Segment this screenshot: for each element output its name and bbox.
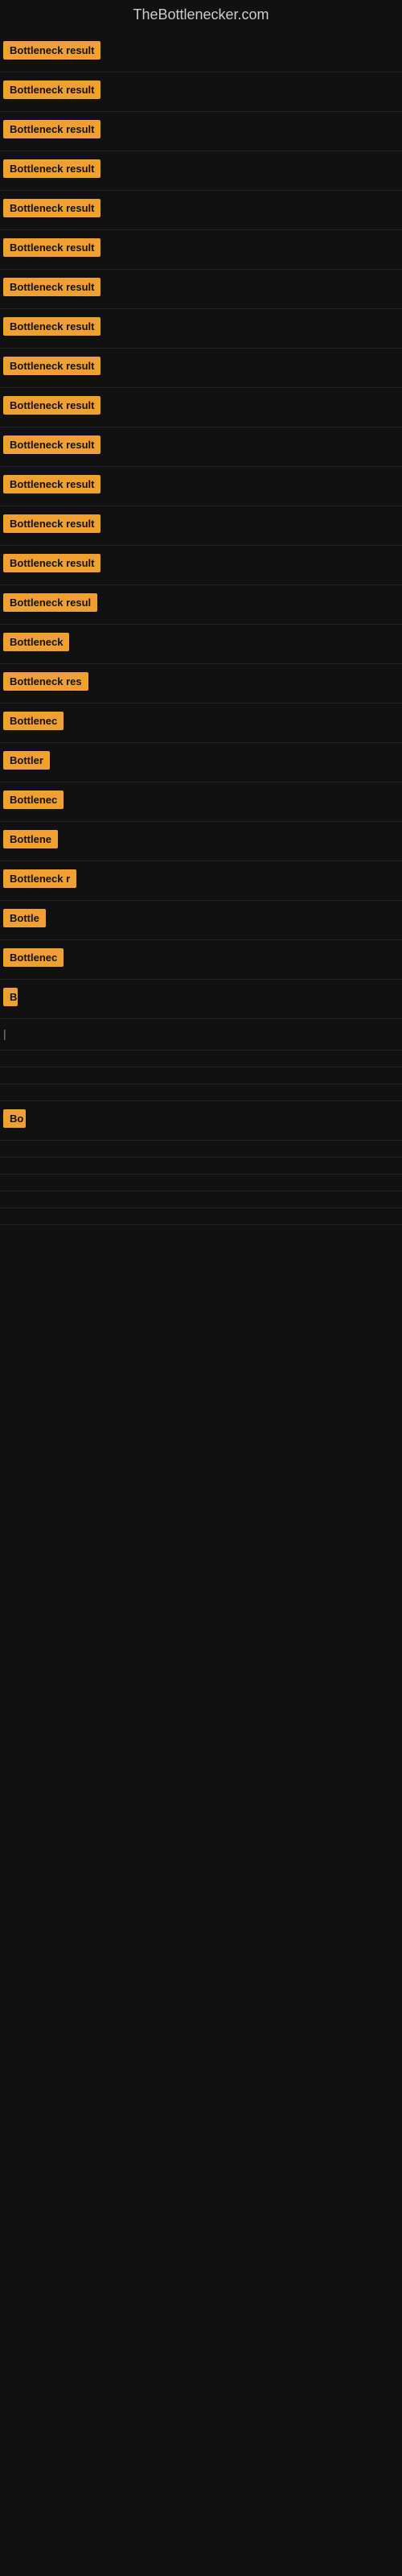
list-item	[0, 1174, 402, 1191]
list-item	[0, 1191, 402, 1208]
list-item: Bottleneck result	[0, 546, 402, 585]
bottleneck-result-badge[interactable]: Bottleneck result	[3, 554, 100, 572]
list-item: Bottleneck result	[0, 506, 402, 546]
list-item: Bottleneck result	[0, 349, 402, 388]
list-item: Bottleneck resul	[0, 585, 402, 625]
bottleneck-result-badge[interactable]: B	[3, 988, 18, 1006]
bottleneck-result-badge[interactable]: Bottleneck result	[3, 278, 100, 296]
bottleneck-result-badge[interactable]: Bottleneck result	[3, 396, 100, 415]
list-item: Bottlenec	[0, 704, 402, 743]
bottleneck-result-badge[interactable]: Bottleneck result	[3, 41, 100, 60]
list-item: Bottleneck result	[0, 467, 402, 506]
list-item: Bottleneck result	[0, 309, 402, 349]
list-item: Bo	[0, 1101, 402, 1141]
list-item: Bottleneck result	[0, 191, 402, 230]
list-item	[0, 1067, 402, 1084]
bottleneck-result-badge[interactable]: Bottleneck result	[3, 357, 100, 375]
list-item: Bottlene	[0, 822, 402, 861]
bottleneck-result-badge[interactable]: Bottleneck	[3, 633, 69, 651]
bottleneck-result-badge[interactable]: Bottleneck res	[3, 672, 88, 691]
bottleneck-result-badge[interactable]: Bottlenec	[3, 712, 64, 730]
list-item: Bottleneck res	[0, 664, 402, 704]
bottleneck-result-badge[interactable]: Bottleneck result	[3, 199, 100, 217]
list-item: Bottleneck result	[0, 230, 402, 270]
list-item: Bottlenec	[0, 782, 402, 822]
list-item: Bottleneck result	[0, 112, 402, 151]
bottleneck-result-badge[interactable]: Bottleneck result	[3, 80, 100, 99]
bottleneck-result-badge[interactable]: Bottleneck r	[3, 869, 76, 888]
list-item: Bottle	[0, 901, 402, 940]
list-item	[0, 1208, 402, 1225]
bottleneck-result-badge[interactable]: Bottler	[3, 751, 50, 770]
list-item: Bottler	[0, 743, 402, 782]
list-item: Bottleneck result	[0, 388, 402, 427]
bottleneck-result-badge[interactable]: Bottlenec	[3, 948, 64, 967]
bottleneck-result-badge[interactable]: Bottleneck result	[3, 317, 100, 336]
list-item: |	[0, 1019, 402, 1051]
bottleneck-result-badge[interactable]: Bottleneck result	[3, 120, 100, 138]
list-item: Bottleneck result	[0, 270, 402, 309]
bottleneck-result-badge[interactable]: Bottlenec	[3, 791, 64, 809]
list-item: Bottleneck result	[0, 151, 402, 191]
site-title-container: TheBottlenecker.com	[0, 0, 402, 33]
list-item: Bottleneck	[0, 625, 402, 664]
list-item	[0, 1084, 402, 1101]
bottleneck-result-badge[interactable]: Bo	[3, 1109, 26, 1128]
list-item	[0, 1051, 402, 1067]
bottleneck-result-badge[interactable]: Bottlene	[3, 830, 58, 848]
bottleneck-result-badge[interactable]: Bottleneck result	[3, 514, 100, 533]
list-item	[0, 1141, 402, 1158]
list-item: Bottleneck result	[0, 33, 402, 72]
bottleneck-result-badge[interactable]: Bottleneck result	[3, 238, 100, 257]
list-item: B	[0, 980, 402, 1019]
list-item	[0, 1158, 402, 1174]
bottleneck-result-badge[interactable]: Bottleneck result	[3, 436, 100, 454]
rows-container: Bottleneck result Bottleneck result Bottle…	[0, 33, 402, 1225]
bottleneck-result-badge[interactable]: Bottleneck result	[3, 159, 100, 178]
list-item: Bottleneck result	[0, 427, 402, 467]
list-item: Bottlenec	[0, 940, 402, 980]
bottleneck-result-badge[interactable]: Bottleneck result	[3, 475, 100, 493]
list-item: Bottleneck result	[0, 72, 402, 112]
site-title: TheBottlenecker.com	[0, 0, 402, 33]
bottleneck-result-badge[interactable]: Bottle	[3, 909, 46, 927]
list-item: Bottleneck r	[0, 861, 402, 901]
separator-line: |	[3, 1027, 6, 1040]
bottleneck-result-badge[interactable]: Bottleneck resul	[3, 593, 97, 612]
